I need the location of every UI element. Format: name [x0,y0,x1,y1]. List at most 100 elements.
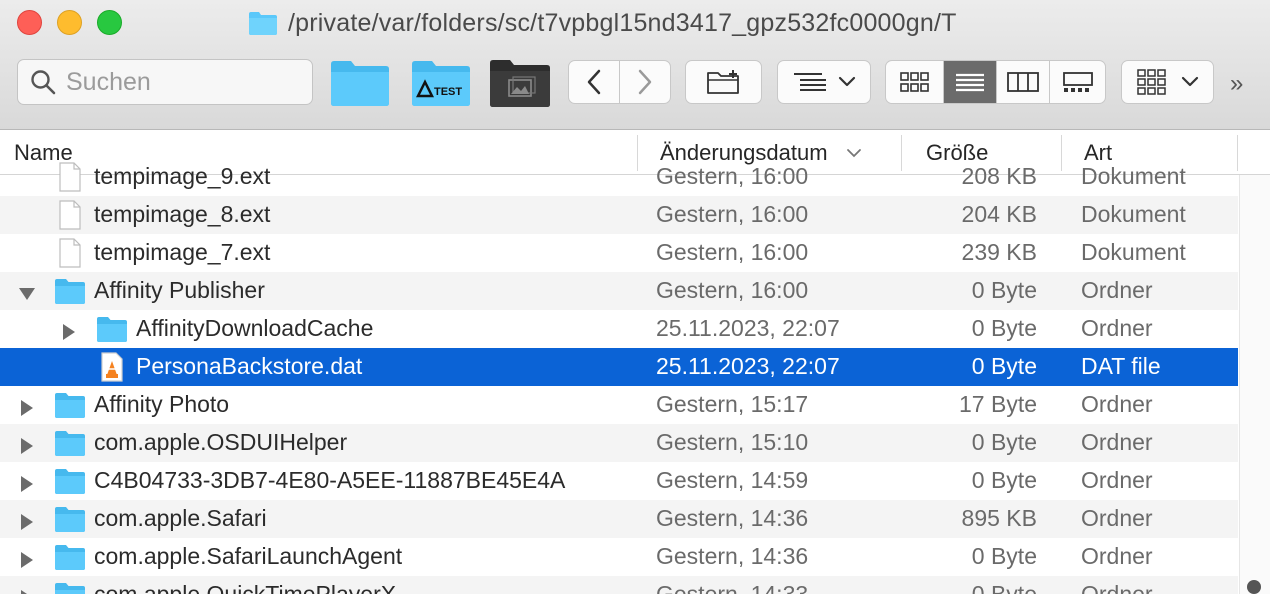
file-kind: Ordner [1081,429,1153,455]
disclosure-triangle-collapsed-icon[interactable] [18,434,34,454]
favorite-blue-folder[interactable] [329,57,391,109]
new-folder-button[interactable] [685,60,762,104]
grid-icon [1136,69,1166,95]
document-icon [54,238,86,268]
folder-icon [54,428,86,458]
file-kind: Ordner [1081,505,1153,531]
chevron-right-icon [638,69,651,95]
file-kind: Dokument [1081,239,1186,265]
test-folder-icon: TEST [412,61,470,106]
table-row[interactable]: com.apple.Safari Gestern, 14:36 895 KB Ordn… [0,500,1238,538]
vlc-document-icon [96,352,128,382]
file-kind: Ordner [1081,581,1153,594]
modified-date: Gestern, 16:00 [656,201,809,227]
toolbar: /private/var/folders/sc/t7vpbgl15nd3417_… [0,0,1270,130]
modified-date: Gestern, 16:00 [656,277,809,303]
table-row[interactable]: tempimage_7.ext Gestern, 16:00 239 KB Dokum… [0,234,1238,272]
search-input[interactable] [66,67,306,97]
disclosure-triangle-collapsed-icon[interactable] [18,548,34,568]
modified-date: Gestern, 14:59 [656,467,809,493]
table-row[interactable]: Affinity Publisher Gestern, 16:00 0 Byte Or… [0,272,1238,310]
gallery-view-button[interactable] [1050,61,1105,103]
folder-icon [54,580,86,594]
folder-icon [249,12,277,35]
file-name: C4B04733-3DB7-4E80-A5EE-11887BE45E4A [94,467,566,493]
more-toolbar-items-button[interactable]: » [1230,70,1243,98]
file-kind: Ordner [1081,315,1153,341]
svg-text:TEST: TEST [434,86,462,98]
modified-date: Gestern, 15:10 [656,429,809,455]
chevron-down-icon [1181,76,1198,87]
modified-date: Gestern, 15:17 [656,391,809,417]
file-kind: Ordner [1081,277,1153,303]
modified-date: 25.11.2023, 22:07 [656,353,840,379]
favorite-test-folder[interactable]: TEST [410,57,472,109]
back-button[interactable] [569,61,620,103]
window-title-bar: /private/var/folders/sc/t7vpbgl15nd3417_… [248,6,957,40]
file-list: tempimage_9.ext Gestern, 16:00 208 KB Dokum… [0,158,1240,594]
file-size: 0 Byte [971,353,1037,379]
table-row[interactable]: C4B04733-3DB7-4E80-A5EE-11887BE45E4A Gest… [0,462,1238,500]
disclosure-triangle-collapsed-icon[interactable] [18,472,34,492]
table-row[interactable]: tempimage_9.ext Gestern, 16:00 208 KB Dokum… [0,158,1238,196]
file-size: 208 KB [961,163,1037,189]
new-folder-icon [706,70,739,94]
table-row[interactable]: com.apple.OSDUIHelper Gestern, 15:10 0 Byt… [0,424,1238,462]
gallery-icon [1062,72,1093,92]
file-name: tempimage_9.ext [94,163,271,189]
disclosure-triangle-expanded-icon[interactable] [18,282,35,300]
columns-icon [1007,72,1039,92]
vertical-scrollbar[interactable] [1239,175,1270,594]
arrange-button[interactable] [1121,60,1214,104]
file-kind: Dokument [1081,201,1186,227]
list-icon [956,73,984,92]
file-kind: Ordner [1081,467,1153,493]
table-row[interactable]: tempimage_8.ext Gestern, 16:00 204 KB Dokum… [0,196,1238,234]
file-name: AffinityDownloadCache [136,315,374,341]
column-view-button[interactable] [997,61,1050,103]
window-title: /private/var/folders/sc/t7vpbgl15nd3417_… [288,8,957,37]
disclosure-triangle-collapsed-icon[interactable] [18,396,34,416]
file-name: com.apple.Safari [94,505,267,531]
file-name: PersonaBackstore.dat [136,353,363,379]
disclosure-triangle-collapsed-icon[interactable] [18,510,34,530]
table-row[interactable]: com.apple.SafariLaunchAgent Gestern, 14:3… [0,538,1238,576]
scrollbar-thumb[interactable] [1247,580,1261,594]
view-mode-control [885,60,1106,104]
modified-date: Gestern, 14:36 [656,543,809,569]
folder-icon [331,61,389,106]
document-icon [54,200,86,230]
modified-date: Gestern, 14:36 [656,505,809,531]
list-lines-icon [794,73,826,91]
group-by-button[interactable] [777,60,871,104]
file-name: com.apple.QuickTimePlayerX [94,581,397,594]
folder-icon [54,276,86,306]
favorite-photos-folder[interactable] [488,57,552,109]
icon-view-button[interactable] [886,61,944,103]
close-window-button[interactable] [17,10,42,35]
chevron-left-icon [587,69,600,95]
disclosure-triangle-collapsed-icon[interactable] [18,586,34,594]
file-name: Affinity Photo [94,391,230,417]
search-icon [31,70,56,95]
table-row[interactable]: PersonaBackstore.dat 25.11.2023, 22:07 0 B… [0,348,1238,386]
folder-icon [54,390,86,420]
document-icon [54,162,86,192]
sort-descending-icon [846,149,861,158]
list-view-button[interactable] [944,61,997,103]
table-row[interactable]: AffinityDownloadCache 25.11.2023, 22:07 0 … [0,310,1238,348]
modified-date: Gestern, 16:00 [656,239,809,265]
table-row[interactable]: Affinity Photo Gestern, 15:17 17 Byte Ordne… [0,386,1238,424]
minimize-window-button[interactable] [57,10,82,35]
forward-button[interactable] [620,61,671,103]
file-name: tempimage_8.ext [94,201,271,227]
file-size: 0 Byte [971,581,1037,594]
file-size: 0 Byte [971,467,1037,493]
file-name: tempimage_7.ext [94,239,271,265]
search-field[interactable] [17,59,313,105]
navigation-buttons [568,60,671,104]
table-row[interactable]: com.apple.QuickTimePlayerX Gestern, 14:33… [0,576,1238,594]
disclosure-triangle-collapsed-icon[interactable] [60,320,76,340]
file-size: 0 Byte [971,543,1037,569]
maximize-window-button[interactable] [97,10,122,35]
